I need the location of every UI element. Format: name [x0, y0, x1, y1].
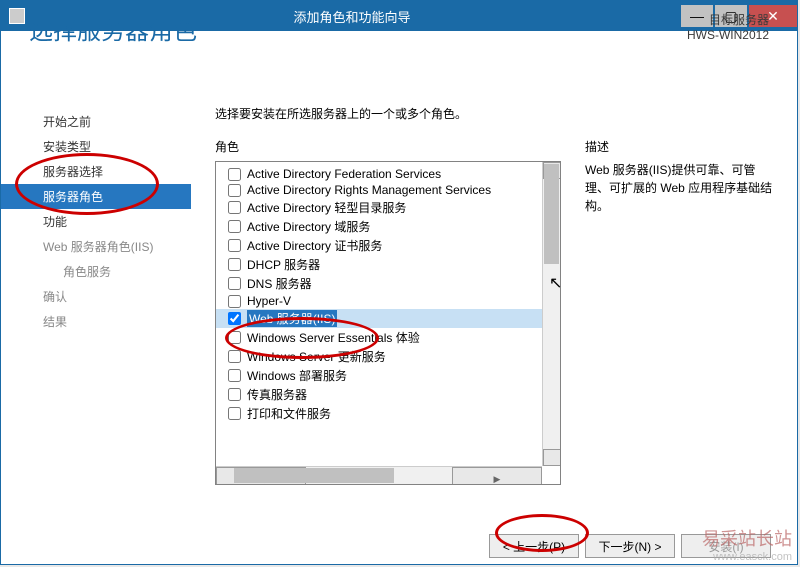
scroll-down-button[interactable]: ▼: [543, 449, 561, 466]
nav-before-begin[interactable]: 开始之前: [1, 109, 191, 134]
nav-server-select[interactable]: 服务器选择: [1, 159, 191, 184]
role-checkbox[interactable]: [228, 388, 241, 401]
role-item: Windows Server 更新服务: [216, 347, 542, 366]
nav-install-type[interactable]: 安装类型: [1, 134, 191, 159]
nav-role-services[interactable]: 角色服务: [1, 259, 191, 284]
target-server: HWS-WIN2012: [687, 28, 769, 42]
scroll-thumb[interactable]: [544, 164, 559, 264]
prev-button[interactable]: < 上一步(P): [489, 534, 579, 558]
role-item: DHCP 服务器: [216, 255, 542, 274]
role-item: Windows 部署服务: [216, 366, 542, 385]
horizontal-scrollbar[interactable]: ◀ ▶: [216, 466, 542, 484]
app-icon: [9, 8, 25, 24]
desc-text: Web 服务器(IIS)提供可靠、可管理、可扩展的 Web 应用程序基础结构。: [585, 161, 777, 215]
role-item: Active Directory 域服务: [216, 217, 542, 236]
role-item: 打印和文件服务: [216, 404, 542, 423]
role-checkbox[interactable]: [228, 239, 241, 252]
role-item: Hyper-V: [216, 293, 542, 309]
nav-sidebar: 开始之前 安装类型 服务器选择 服务器角色 功能 Web 服务器角色(IIS) …: [1, 105, 191, 505]
nav-server-roles[interactable]: 服务器角色: [1, 184, 191, 209]
role-checkbox[interactable]: [228, 184, 241, 197]
roles-label: 角色: [215, 138, 561, 155]
role-checkbox[interactable]: [228, 258, 241, 271]
nav-results[interactable]: 结果: [1, 309, 191, 334]
role-checkbox[interactable]: [228, 295, 241, 308]
role-item: DNS 服务器: [216, 274, 542, 293]
role-checkbox[interactable]: [228, 350, 241, 363]
target-label: 目标服务器: [687, 11, 769, 28]
nav-confirm[interactable]: 确认: [1, 284, 191, 309]
nav-web-server-iis[interactable]: Web 服务器角色(IIS): [1, 234, 191, 259]
header: 选择服务器角色 目标服务器 HWS-WIN2012: [29, 11, 769, 71]
role-checkbox[interactable]: [228, 220, 241, 233]
role-item: Active Directory 证书服务: [216, 236, 542, 255]
role-checkbox[interactable]: [228, 168, 241, 181]
role-checkbox[interactable]: [228, 277, 241, 290]
role-item: Active Directory 轻型目录服务: [216, 198, 542, 217]
wizard-window: 添加角色和功能向导 — ▢ ✕ 选择服务器角色 目标服务器 HWS-WIN201…: [0, 0, 798, 565]
vertical-scrollbar[interactable]: ▲ ▼: [542, 162, 560, 466]
role-checkbox[interactable]: [228, 312, 241, 325]
role-checkbox[interactable]: [228, 201, 241, 214]
role-checkbox[interactable]: [228, 369, 241, 382]
page-title: 选择服务器角色: [29, 11, 197, 71]
scroll-thumb[interactable]: [234, 468, 394, 483]
role-item-selected: Web 服务器(IIS): [216, 309, 542, 328]
instruction-text: 选择要安装在所选服务器上的一个或多个角色。: [215, 105, 777, 122]
next-button[interactable]: 下一步(N) >: [585, 534, 675, 558]
roles-listbox[interactable]: Active Directory Federation Services Act…: [215, 161, 561, 485]
watermark: 易采站长站 www.easck.com: [702, 525, 792, 563]
target-info: 目标服务器 HWS-WIN2012: [687, 11, 769, 71]
role-item: Active Directory Rights Management Servi…: [216, 182, 542, 198]
role-item: 传真服务器: [216, 385, 542, 404]
desc-label: 描述: [585, 138, 777, 155]
role-item: Active Directory Federation Services: [216, 166, 542, 182]
scroll-right-button[interactable]: ▶: [452, 467, 542, 485]
role-checkbox[interactable]: [228, 407, 241, 420]
role-item: Windows Server Essentials 体验: [216, 328, 542, 347]
role-checkbox[interactable]: [228, 331, 241, 344]
nav-features[interactable]: 功能: [1, 209, 191, 234]
